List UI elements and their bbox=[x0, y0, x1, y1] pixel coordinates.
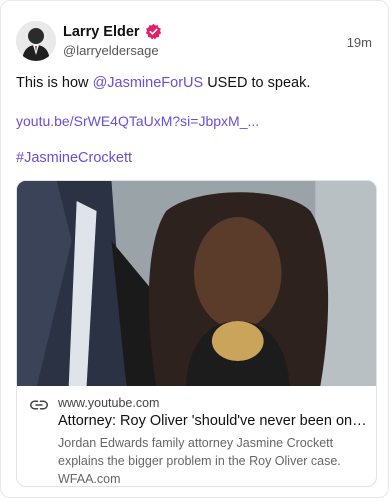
link-icon bbox=[30, 400, 48, 410]
link-preview-title[interactable]: Attorney: Roy Oliver 'should've never be… bbox=[58, 413, 368, 429]
post-url-link[interactable]: youtu.be/SrWE4QTaUxM?si=JbpxM_... bbox=[16, 113, 259, 129]
mention-link[interactable]: @JasmineForUS bbox=[93, 75, 204, 91]
author-name-row: Larry Elder bbox=[63, 23, 162, 40]
hashtag-link[interactable]: #JasmineCrockett bbox=[16, 150, 132, 166]
link-preview-description: Jordan Edwards family attorney Jasmine C… bbox=[58, 436, 341, 486]
link-preview-meta: www.youtube.com Attorney: Roy Oliver 'sh… bbox=[17, 386, 376, 486]
author-handle[interactable]: @larryeldersage bbox=[63, 43, 159, 58]
post-text-prefix: This is how bbox=[16, 75, 93, 91]
verified-badge-icon bbox=[145, 23, 161, 40]
link-preview-card[interactable]: www.youtube.com Attorney: Roy Oliver 'sh… bbox=[16, 180, 377, 487]
link-preview-thumbnail bbox=[17, 181, 376, 386]
post-timestamp[interactable]: 19m bbox=[347, 35, 372, 50]
post-text-suffix: USED to speak. bbox=[203, 75, 311, 91]
post-card: Larry Elder @larryeldersage 19m This is … bbox=[0, 0, 389, 498]
author-name[interactable]: Larry Elder bbox=[63, 24, 140, 40]
link-preview-domain: www.youtube.com bbox=[58, 396, 160, 410]
avatar-image bbox=[16, 21, 56, 61]
avatar[interactable] bbox=[16, 21, 56, 61]
post-text: This is how @JasmineForUS USED to speak. bbox=[16, 75, 310, 91]
